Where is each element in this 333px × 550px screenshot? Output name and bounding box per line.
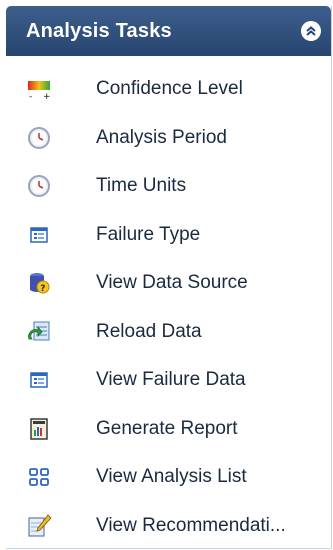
task-label: Time Units: [96, 175, 187, 197]
clock-icon: [26, 173, 52, 199]
task-view-failure-data[interactable]: View Failure Data: [6, 356, 331, 405]
task-view-analysis-list[interactable]: View Analysis List: [6, 453, 331, 502]
collapse-button[interactable]: [301, 21, 321, 41]
task-generate-report[interactable]: Generate Report: [6, 405, 331, 454]
panel-header: Analysis Tasks: [6, 6, 331, 56]
task-reload-data[interactable]: Reload Data: [6, 308, 331, 357]
task-confidence-level[interactable]: - + Confidence Level: [6, 65, 331, 114]
task-label: Confidence Level: [96, 78, 243, 100]
double-chevron-up-icon: [306, 26, 316, 36]
task-label: Analysis Period: [96, 126, 227, 148]
analysis-tasks-panel: Analysis Tasks - + Confidence Level Anal…: [6, 6, 332, 549]
task-time-units[interactable]: Time Units: [6, 162, 331, 211]
task-label: Generate Report: [96, 417, 238, 439]
task-label: View Recommendati...: [96, 514, 286, 536]
clock-icon: [26, 125, 52, 151]
data-source-icon: ?: [26, 270, 52, 296]
confidence-level-icon: - +: [26, 76, 52, 102]
panel-title: Analysis Tasks: [26, 19, 172, 42]
report-icon: [26, 416, 52, 442]
form-icon: [26, 367, 52, 393]
task-view-recommendations[interactable]: View Recommendati...: [6, 502, 331, 550]
task-failure-type[interactable]: Failure Type: [6, 211, 331, 260]
task-view-data-source[interactable]: ? View Data Source: [6, 259, 331, 308]
reload-data-icon: [26, 319, 52, 345]
task-list: - + Confidence Level Analysis Period Tim…: [6, 56, 331, 550]
grid-list-icon: [26, 464, 52, 490]
task-label: Failure Type: [96, 223, 201, 245]
task-analysis-period[interactable]: Analysis Period: [6, 114, 331, 163]
svg-text:+: +: [43, 92, 51, 102]
svg-text:-: -: [29, 92, 32, 102]
task-label: View Data Source: [96, 272, 248, 294]
recommendation-icon: [26, 513, 52, 539]
svg-text:?: ?: [40, 284, 45, 294]
task-label: View Failure Data: [96, 369, 246, 391]
task-label: Reload Data: [96, 320, 202, 342]
task-label: View Analysis List: [96, 466, 247, 488]
form-icon: [26, 222, 52, 248]
